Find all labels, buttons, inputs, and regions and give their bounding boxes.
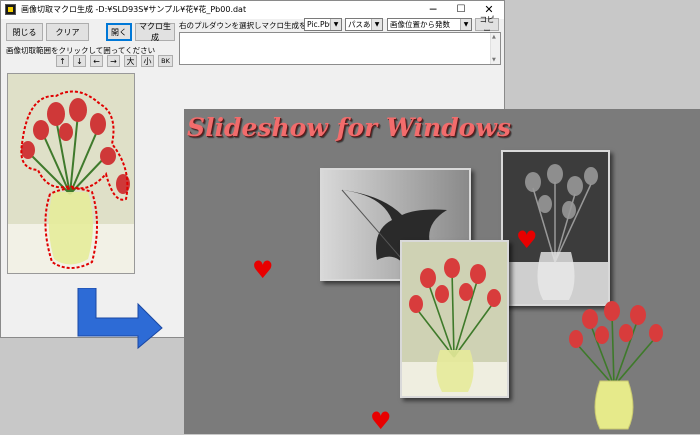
vertical-scrollbar[interactable]: ▲ ▼ <box>490 33 500 64</box>
path-select[interactable]: パスあり ▼ <box>345 18 383 31</box>
move-left-button[interactable]: ← <box>90 55 103 67</box>
copy-button[interactable]: コピー <box>475 15 499 35</box>
minimize-button[interactable]: ─ <box>419 2 447 18</box>
close-button[interactable]: 閉じる <box>6 23 43 41</box>
move-up-button[interactable]: ↑ <box>56 55 69 67</box>
app-icon <box>5 4 16 15</box>
window-title: 画像切取マクロ生成 -D:¥SLD93S¥サンプル¥花¥花_Pb00.dat <box>21 5 247 14</box>
heart-icon: ♥ <box>370 407 392 435</box>
move-down-button[interactable]: ↓ <box>73 55 86 67</box>
zoom-out-button[interactable]: 小 <box>141 55 154 67</box>
maximize-button[interactable]: ☐ <box>447 2 475 18</box>
scroll-down-icon: ▼ <box>492 57 496 63</box>
generate-macro-button[interactable]: マクロ生成 <box>135 22 175 42</box>
color-tulip-photo <box>400 240 509 398</box>
cutout-tulip-image <box>569 301 663 430</box>
title-bar: 画像切取マクロ生成 -D:¥SLD93S¥サンプル¥花¥花_Pb00.dat ─… <box>1 1 504 19</box>
scroll-up-icon: ▲ <box>492 34 496 40</box>
pic-select[interactable]: Pic.Pb0 ▼ <box>304 18 342 31</box>
heart-icon: ♥ <box>252 256 274 284</box>
chevron-down-icon: ▼ <box>460 19 471 30</box>
tulip-vase-image <box>8 74 134 273</box>
position-select[interactable]: 画像位置から発数 ▼ <box>387 18 472 31</box>
macro-output-textarea[interactable]: ▲ ▼ <box>179 32 501 65</box>
slideshow-title: Slideshow for Windows <box>187 113 511 142</box>
move-right-button[interactable]: → <box>107 55 120 67</box>
crop-image-canvas[interactable] <box>7 73 135 274</box>
position-select-value: 画像位置から発数 <box>390 20 450 29</box>
chevron-down-icon: ▼ <box>371 19 382 30</box>
clear-button[interactable]: クリア <box>46 23 89 41</box>
chevron-down-icon: ▼ <box>330 19 341 30</box>
heart-icon: ♥ <box>516 226 538 254</box>
background-button[interactable]: BK <box>158 55 173 67</box>
zoom-in-button[interactable]: 大 <box>124 55 137 67</box>
slideshow-window: Slideshow for Windows ♥ ♥ ♥ <box>184 109 700 434</box>
blue-bent-arrow-icon <box>77 288 163 350</box>
open-button[interactable]: 開く <box>106 23 132 41</box>
